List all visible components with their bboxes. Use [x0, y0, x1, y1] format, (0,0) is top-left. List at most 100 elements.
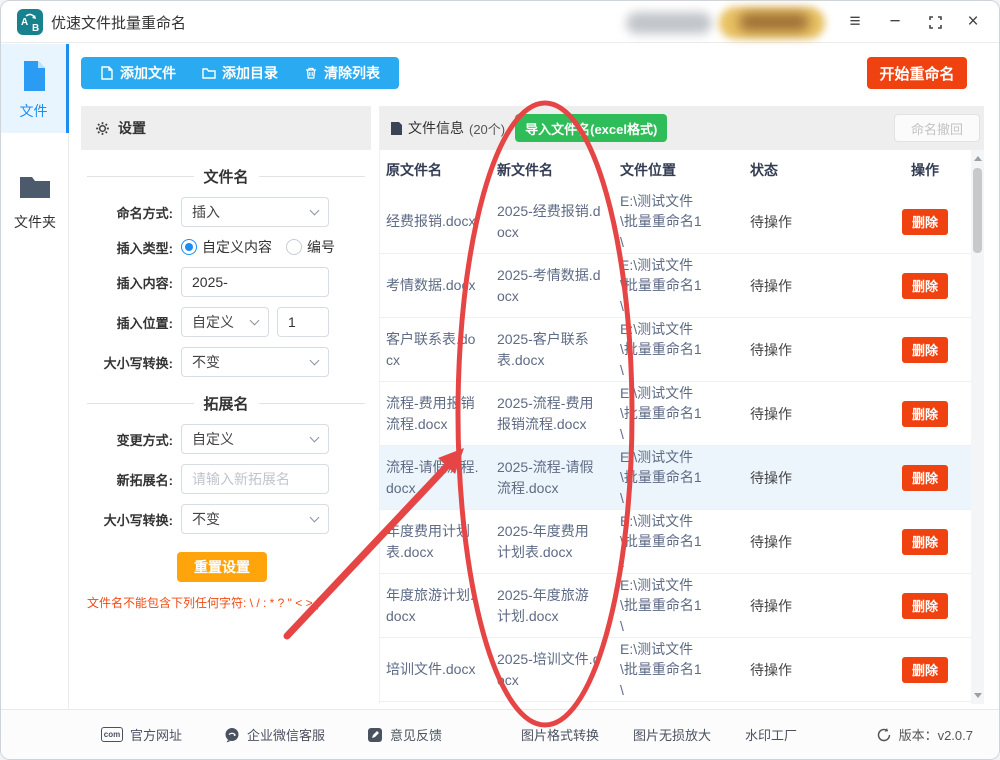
folder-icon: [202, 68, 216, 79]
filename-warning-text: 文件名不能包含下列任何字符: \ / : * ? " < > |: [87, 596, 320, 610]
clear-list-button[interactable]: 清除列表: [291, 57, 393, 89]
settings-header: 设置: [81, 106, 371, 150]
table-row: 流程-请假流程.docx 2025-流程-请假流程.docx E:\测试文件 \批…: [380, 446, 984, 510]
new-extension-row: 新拓展名:: [81, 464, 371, 494]
delete-button[interactable]: 删除: [902, 592, 948, 619]
scroll-down-icon[interactable]: [971, 689, 984, 702]
radio-number[interactable]: 编号: [286, 237, 335, 257]
insert-position-row: 插入位置: 自定义: [81, 307, 371, 337]
folder-dark-icon: [20, 177, 50, 198]
table-header: 原文件名 新文件名 文件位置 状态 操作: [386, 162, 939, 178]
blurred-vip-badge-text: [739, 13, 809, 31]
status-badge: 待操作: [750, 597, 792, 614]
version-info[interactable]: 版本：v2.0.7: [876, 710, 973, 759]
radio-unselected-icon: [286, 239, 302, 255]
rename-undo-button[interactable]: 命名撤回: [894, 114, 980, 142]
file-info-icon: [391, 121, 402, 135]
delete-button[interactable]: 删除: [902, 528, 948, 555]
table-row: 流程-费用报销流程.docx 2025-流程-费用报销流程.docx E:\测试…: [380, 382, 984, 446]
chevron-down-icon: [249, 315, 260, 326]
naming-method-row: 命名方式: 插入: [81, 197, 371, 227]
delete-button[interactable]: 删除: [902, 336, 948, 363]
vertical-scrollbar[interactable]: [971, 150, 984, 704]
trash-icon: [306, 67, 316, 79]
delete-button[interactable]: 删除: [902, 464, 948, 491]
new-extension-input[interactable]: [181, 464, 329, 494]
delete-button[interactable]: 删除: [902, 656, 948, 683]
scroll-up-icon[interactable]: [971, 152, 984, 165]
footer: com 官方网址 企业微信客服 意见反馈 图片格式转换 图片无损放大 水印工厂 …: [1, 709, 999, 759]
status-badge: 待操作: [750, 469, 792, 486]
chevron-down-icon: [309, 205, 320, 216]
table-row: 经费报销.docx 2025-经费报销.docx E:\测试文件 \批量重命名1 \…: [380, 190, 984, 254]
close-icon[interactable]: ×: [959, 8, 987, 36]
insert-position-select[interactable]: 自定义: [181, 307, 269, 337]
menu-icon[interactable]: ≡: [841, 8, 869, 36]
com-icon: com: [101, 727, 123, 742]
insert-content-row: 插入内容:: [81, 267, 371, 297]
table-row: 考情数据.docx 2025-考情数据.docx E:\测试文件 \批量重命名1 \…: [380, 254, 984, 318]
table-row: 年度费用计划表.docx 2025-年度费用计划表.docx E:\测试文件 \批…: [380, 510, 984, 574]
table-row: 年度旅游计划.docx 2025-年度旅游计划.docx E:\测试文件 \批量重…: [380, 574, 984, 638]
app-window: AB 优速文件批量重命名 ≡ − × 添加文件 添加目录 清除列表 开始重命名: [0, 0, 1000, 760]
app-title: 优速文件批量重命名: [51, 15, 187, 32]
scrollbar-thumb[interactable]: [973, 168, 982, 253]
insert-position-number-input[interactable]: [277, 307, 329, 337]
image-format-convert-link[interactable]: 图片格式转换: [521, 725, 599, 744]
chevron-down-icon: [309, 512, 320, 523]
insert-content-input[interactable]: [181, 267, 329, 297]
file-info-header: 文件信息 (20个) 导入文件名(excel格式) 命名撤回: [380, 106, 984, 150]
watermark-factory-link[interactable]: 水印工厂: [745, 725, 797, 744]
insert-type-row: 插入类型: 自定义内容 编号: [116, 237, 335, 257]
minimize-icon[interactable]: −: [881, 8, 909, 36]
delete-button[interactable]: 删除: [902, 272, 948, 299]
ext-case-convert-select[interactable]: 不变: [181, 504, 329, 534]
radio-selected-icon: [181, 239, 197, 255]
svg-text:B: B: [32, 23, 39, 34]
app-logo-icon: AB: [17, 9, 43, 35]
add-file-button[interactable]: 添加文件: [87, 57, 189, 89]
start-rename-button[interactable]: 开始重命名: [867, 57, 967, 89]
reset-settings-button[interactable]: 重置设置: [177, 552, 267, 582]
status-badge: 待操作: [750, 661, 792, 678]
chevron-down-icon: [309, 355, 320, 366]
delete-button[interactable]: 删除: [902, 400, 948, 427]
case-convert-row: 大小写转换: 不变: [81, 347, 371, 377]
sidebar-item-file[interactable]: 文件: [1, 44, 69, 133]
add-folder-button[interactable]: 添加目录: [189, 57, 291, 89]
file-blue-icon: [23, 61, 45, 91]
filename-section-title: 文件名: [87, 166, 366, 187]
table-row: 培训文件.docx 2025-培训文件.docx E:\测试文件 \批量重命名1 \…: [380, 638, 984, 702]
status-badge: 待操作: [750, 341, 792, 358]
status-badge: 待操作: [750, 213, 792, 230]
toolbar: 添加文件 添加目录 清除列表: [81, 57, 399, 89]
chat-icon: [225, 727, 239, 742]
file-icon: [101, 66, 113, 80]
settings-panel: 设置 文件名 命名方式: 插入 插入类型: 自定义内容 编号 插入内容: 插入位…: [81, 106, 371, 611]
sidebar: 文件 文件夹: [1, 44, 69, 709]
sidebar-item-folder[interactable]: 文件夹: [1, 155, 69, 244]
status-badge: 待操作: [750, 533, 792, 550]
change-method-row: 变更方式: 自定义: [81, 424, 371, 454]
image-lossless-enlarge-link[interactable]: 图片无损放大: [633, 725, 711, 744]
status-badge: 待操作: [750, 405, 792, 422]
official-site-link[interactable]: com 官方网址: [101, 725, 182, 744]
blurred-account-info: [626, 12, 712, 34]
naming-method-select[interactable]: 插入: [181, 197, 329, 227]
import-filenames-button[interactable]: 导入文件名(excel格式): [515, 114, 668, 142]
svg-text:A: A: [21, 17, 28, 28]
table-row: 客户联系表.docx 2025-客户联系表.docx E:\测试文件 \批量重命名…: [380, 318, 984, 382]
delete-button[interactable]: 删除: [902, 208, 948, 235]
titlebar: AB 优速文件批量重命名 ≡ − ×: [1, 1, 999, 43]
wechat-support-link[interactable]: 企业微信客服: [224, 725, 325, 744]
file-list-panel: 文件信息 (20个) 导入文件名(excel格式) 命名撤回 原文件名 新文件名…: [379, 106, 984, 704]
status-badge: 待操作: [750, 277, 792, 294]
refresh-icon: [877, 727, 890, 741]
feedback-icon: [368, 727, 383, 742]
radio-custom-content[interactable]: 自定义内容: [181, 237, 272, 257]
feedback-link[interactable]: 意见反馈: [367, 725, 442, 744]
maximize-icon[interactable]: [921, 8, 949, 36]
ext-case-convert-row: 大小写转换: 不变: [81, 504, 371, 534]
case-convert-select[interactable]: 不变: [181, 347, 329, 377]
change-method-select[interactable]: 自定义: [181, 424, 329, 454]
